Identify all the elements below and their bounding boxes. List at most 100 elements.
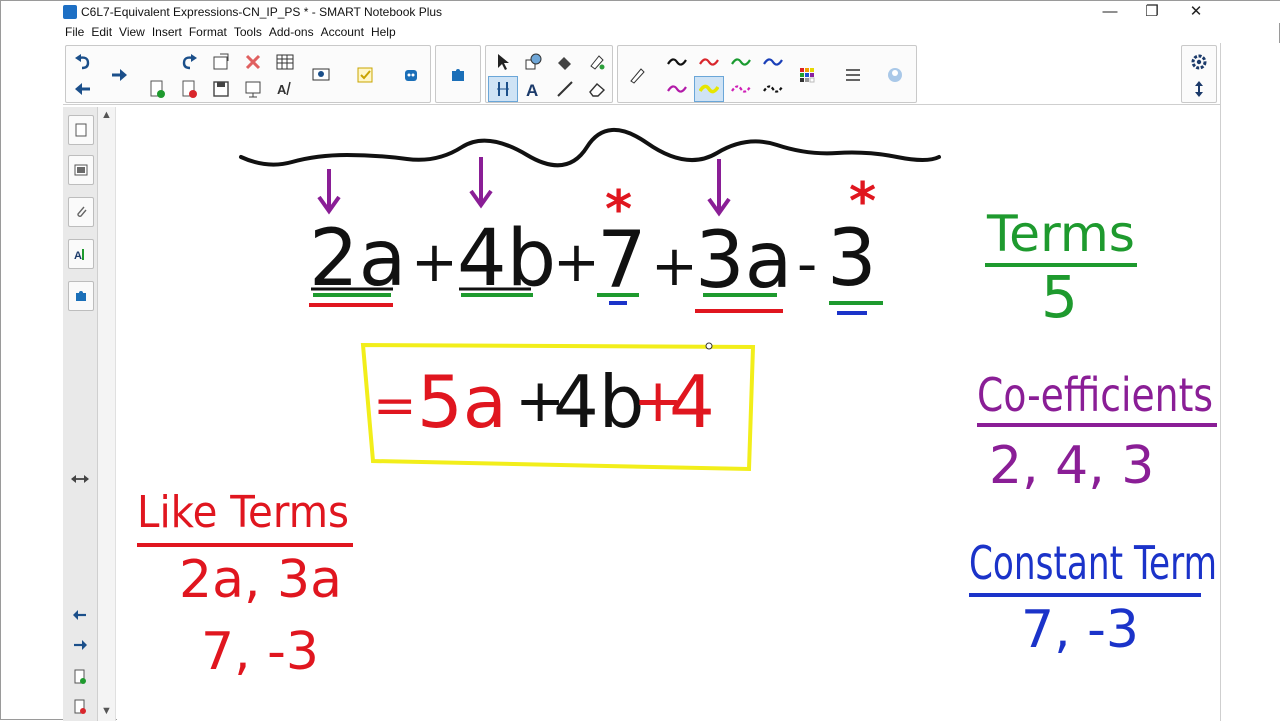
toggle-toolbar-icon[interactable] xyxy=(1184,76,1214,102)
forward-icon[interactable] xyxy=(104,62,134,88)
result-4b: 4b xyxy=(553,360,645,444)
menu-edit[interactable]: Edit xyxy=(89,23,117,41)
coefficients-heading: Co-efficients xyxy=(977,368,1213,422)
previous-page-icon[interactable] xyxy=(70,605,90,625)
next-page-icon[interactable] xyxy=(70,635,90,655)
pen-magenta-stroke xyxy=(731,85,751,93)
pen-red-button[interactable] xyxy=(694,49,724,75)
minimize-button[interactable]: — xyxy=(1087,1,1133,23)
delete-page-icon[interactable] xyxy=(70,697,90,717)
menu-addons[interactable]: Add-ons xyxy=(267,23,319,41)
eraser-icon[interactable] xyxy=(582,76,612,102)
terms-heading: Terms xyxy=(986,205,1135,263)
expr-term-3: 3 xyxy=(827,214,877,304)
menu-insert[interactable]: Insert xyxy=(150,23,187,41)
pen-icon[interactable] xyxy=(622,62,652,88)
pen-green-stroke xyxy=(731,58,751,66)
color-palette-icon[interactable] xyxy=(792,62,822,88)
save-icon[interactable] xyxy=(206,76,236,102)
notebook-window: C6L7-Equivalent Expressions-CN_IP_PS * -… xyxy=(0,0,1280,721)
window-title: C6L7-Equivalent Expressions-CN_IP_PS * -… xyxy=(81,5,443,19)
pen-magenta-dashed-button[interactable] xyxy=(726,76,756,102)
like-terms-line2: 7, -3 xyxy=(201,622,319,682)
toolbar-group-settings xyxy=(1181,45,1217,103)
coefficients-value: 2, 4, 3 xyxy=(989,436,1154,496)
activity-builder-icon[interactable] xyxy=(350,62,380,88)
settings-icon[interactable] xyxy=(1184,49,1214,75)
toolbar-group-tools: A xyxy=(485,45,613,103)
screen-shade-icon[interactable] xyxy=(238,76,268,102)
close-button[interactable]: ✕ xyxy=(1173,1,1219,23)
page-sorter-icon[interactable] xyxy=(68,115,94,145)
whiteboard-canvas[interactable]: * * 2a + 4b + 7 + 3a - 3 = 5a + 4b + 4 L… xyxy=(117,107,1220,721)
menu-format[interactable]: Format xyxy=(187,23,232,41)
document-camera-icon[interactable] xyxy=(306,62,336,88)
menu-account[interactable]: Account xyxy=(319,23,369,41)
pen-black-dashed-stroke xyxy=(763,85,783,93)
arrow-2a xyxy=(317,169,341,215)
menu-view[interactable]: View xyxy=(117,23,150,41)
pen-black-button[interactable] xyxy=(662,49,692,75)
open-icon[interactable] xyxy=(206,49,236,75)
toolbar: A A xyxy=(63,43,1220,105)
expr-op-4: - xyxy=(797,232,817,297)
pen-blue-button[interactable] xyxy=(758,49,788,75)
toolbar-group-pens xyxy=(617,45,917,103)
expr-op-1: + xyxy=(411,230,458,295)
result-4: 4 xyxy=(669,360,715,444)
svg-text:A: A xyxy=(526,81,538,99)
resize-icon[interactable] xyxy=(70,469,90,489)
expr-op-3: + xyxy=(651,234,698,299)
properties-icon[interactable]: A xyxy=(68,239,94,269)
shapes-icon[interactable] xyxy=(518,49,548,75)
monster-icon[interactable] xyxy=(396,62,426,88)
delete-icon[interactable] xyxy=(238,49,268,75)
terms-value: 5 xyxy=(1041,263,1078,331)
highlighter-yellow-button[interactable] xyxy=(694,76,724,102)
line-icon[interactable] xyxy=(550,76,580,102)
smart-notebook-icon xyxy=(63,5,77,19)
fill-icon[interactable] xyxy=(550,49,580,75)
svg-text:A: A xyxy=(74,250,82,262)
addons-icon[interactable] xyxy=(68,281,94,311)
title-bar: C6L7-Equivalent Expressions-CN_IP_PS * -… xyxy=(1,1,1280,23)
toolbar-group-addons xyxy=(435,45,481,103)
wavy-line xyxy=(239,127,941,168)
menu-help[interactable]: Help xyxy=(369,23,401,41)
handwriting-icon[interactable]: A xyxy=(270,76,300,102)
gallery-icon[interactable] xyxy=(68,155,94,185)
paint-icon[interactable] xyxy=(582,49,612,75)
vertical-scrollbar[interactable]: ▲ ▼ xyxy=(98,107,116,721)
select-icon[interactable] xyxy=(488,49,518,75)
restore-button[interactable]: ❐ xyxy=(1129,1,1175,23)
sidebar: A xyxy=(63,107,98,721)
back-icon[interactable] xyxy=(68,76,98,102)
delete-page-icon[interactable] xyxy=(174,76,204,102)
menu-tools[interactable]: Tools xyxy=(232,23,267,41)
scroll-down-icon[interactable]: ▼ xyxy=(101,705,112,717)
add-page-icon[interactable] xyxy=(142,76,172,102)
pen-purple-button[interactable] xyxy=(662,76,692,102)
add-page-icon[interactable] xyxy=(70,667,90,687)
more-icon[interactable] xyxy=(880,62,910,88)
undo-icon[interactable] xyxy=(68,49,98,75)
pen-green-button[interactable] xyxy=(726,49,756,75)
pen-black-dashed-button[interactable] xyxy=(758,76,788,102)
redo-icon[interactable] xyxy=(174,49,204,75)
menu-file[interactable]: File xyxy=(63,23,89,41)
whiteboard-drawing: * * 2a + 4b + 7 + 3a - 3 = 5a + 4b + 4 L… xyxy=(137,127,1217,682)
toolbar-group-edit: A xyxy=(65,45,431,103)
expr-term-7: 7 xyxy=(597,216,647,306)
constant-term-heading: Constant Term xyxy=(969,536,1217,590)
properties-icon[interactable] xyxy=(838,62,868,88)
measure-icon[interactable] xyxy=(488,76,518,102)
menu-bar: File Edit View Insert Format Tools Add-o… xyxy=(63,23,401,41)
arrow-4b xyxy=(469,157,493,209)
scroll-up-icon[interactable]: ▲ xyxy=(101,109,112,121)
table-icon[interactable] xyxy=(270,49,300,75)
pen-purple-stroke xyxy=(667,85,687,93)
attachments-icon[interactable] xyxy=(68,197,94,227)
text-icon[interactable]: A xyxy=(518,76,548,102)
result-equals: = xyxy=(373,376,417,436)
addons-icon[interactable] xyxy=(443,62,473,88)
